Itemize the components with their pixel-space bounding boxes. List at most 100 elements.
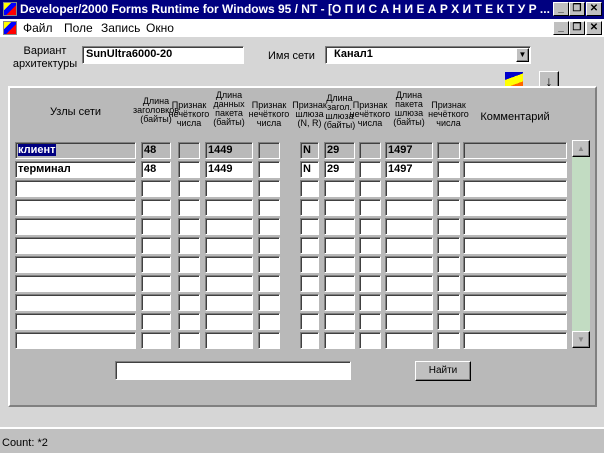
scroll-up-button[interactable]: ▲ [572,140,590,157]
cell-gateway-flag[interactable]: N [300,142,319,159]
cell-header-length[interactable] [141,332,171,349]
cell-fuzzy-flag-1[interactable] [178,332,200,349]
cell-comment[interactable] [463,313,567,330]
cell-gateway-header-length[interactable] [324,180,355,197]
cell-node[interactable] [15,180,136,197]
search-input[interactable] [115,361,351,380]
cell-node[interactable] [15,237,136,254]
cell-gateway-flag[interactable] [300,180,319,197]
cell-fuzzy-flag-1[interactable] [178,237,200,254]
network-select[interactable]: Канал1 [325,46,531,64]
cell-comment[interactable] [463,256,567,273]
cell-gateway-packet-length[interactable] [385,256,433,273]
cell-fuzzy-flag-4[interactable] [437,332,460,349]
cell-node[interactable]: терминал [15,161,136,178]
cell-fuzzy-flag-1[interactable] [178,275,200,292]
cell-fuzzy-flag-3[interactable] [359,218,381,235]
cell-fuzzy-flag-2[interactable] [258,256,280,273]
cell-gateway-packet-length[interactable] [385,218,433,235]
menu-window[interactable]: Окно [146,21,174,35]
cell-fuzzy-flag-3[interactable] [359,275,381,292]
cell-comment[interactable] [463,199,567,216]
cell-fuzzy-flag-1[interactable] [178,199,200,216]
cell-fuzzy-flag-2[interactable] [258,332,280,349]
cell-fuzzy-flag-4[interactable] [437,142,460,159]
cell-gateway-packet-length[interactable] [385,237,433,254]
cell-gateway-flag[interactable] [300,332,319,349]
cell-data-length[interactable] [205,294,253,311]
cell-fuzzy-flag-1[interactable] [178,218,200,235]
cell-gateway-flag[interactable]: N [300,161,319,178]
cell-data-length[interactable]: 1449 [205,142,253,159]
cell-header-length[interactable] [141,256,171,273]
cell-header-length[interactable] [141,294,171,311]
cell-fuzzy-flag-2[interactable] [258,218,280,235]
cell-data-length[interactable] [205,218,253,235]
cell-fuzzy-flag-4[interactable] [437,294,460,311]
cell-fuzzy-flag-1[interactable] [178,313,200,330]
cell-fuzzy-flag-1[interactable] [178,294,200,311]
close-button[interactable]: ✕ [586,2,602,16]
cell-header-length[interactable]: 48 [141,142,171,159]
cell-node[interactable] [15,218,136,235]
cell-fuzzy-flag-1[interactable] [178,161,200,178]
cell-gateway-header-length[interactable]: 29 [324,161,355,178]
cell-fuzzy-flag-1[interactable] [178,256,200,273]
cell-fuzzy-flag-3[interactable] [359,332,381,349]
cell-fuzzy-flag-2[interactable] [258,180,280,197]
cell-node[interactable] [15,275,136,292]
cell-data-length[interactable] [205,275,253,292]
cell-fuzzy-flag-3[interactable] [359,294,381,311]
cell-fuzzy-flag-2[interactable] [258,199,280,216]
cell-fuzzy-flag-4[interactable] [437,218,460,235]
cell-fuzzy-flag-4[interactable] [437,256,460,273]
cell-comment[interactable] [463,142,567,159]
cell-fuzzy-flag-4[interactable] [437,161,460,178]
cell-node[interactable]: клиент [15,142,136,159]
cell-header-length[interactable] [141,275,171,292]
cell-data-length[interactable] [205,199,253,216]
cell-fuzzy-flag-3[interactable] [359,256,381,273]
cell-fuzzy-flag-4[interactable] [437,275,460,292]
doc-minimize-button[interactable]: _ [553,21,569,35]
cell-comment[interactable] [463,275,567,292]
cell-fuzzy-flag-2[interactable] [258,142,280,159]
cell-header-length[interactable] [141,218,171,235]
cell-gateway-header-length[interactable] [324,332,355,349]
cell-fuzzy-flag-2[interactable] [258,161,280,178]
scroll-down-button[interactable]: ▼ [572,331,590,348]
cell-gateway-header-length[interactable] [324,256,355,273]
cell-comment[interactable] [463,180,567,197]
cell-gateway-packet-length[interactable] [385,275,433,292]
cell-fuzzy-flag-2[interactable] [258,294,280,311]
cell-fuzzy-flag-1[interactable] [178,142,200,159]
cell-node[interactable] [15,256,136,273]
cell-gateway-flag[interactable] [300,237,319,254]
cell-gateway-flag[interactable] [300,275,319,292]
cell-gateway-packet-length[interactable]: 1497 [385,161,433,178]
cell-fuzzy-flag-3[interactable] [359,237,381,254]
cell-header-length[interactable] [141,313,171,330]
cell-comment[interactable] [463,332,567,349]
variant-input[interactable]: SunUltra6000-20 [82,46,244,64]
network-dropdown-button[interactable]: ▼ [516,48,529,62]
cell-gateway-header-length[interactable] [324,275,355,292]
cell-fuzzy-flag-3[interactable] [359,142,381,159]
cell-gateway-packet-length[interactable] [385,199,433,216]
menu-field[interactable]: Поле [64,21,93,35]
cell-fuzzy-flag-4[interactable] [437,180,460,197]
cell-gateway-flag[interactable] [300,294,319,311]
cell-gateway-packet-length[interactable] [385,180,433,197]
cell-gateway-header-length[interactable] [324,199,355,216]
cell-comment[interactable] [463,161,567,178]
cell-fuzzy-flag-3[interactable] [359,313,381,330]
cell-data-length[interactable] [205,313,253,330]
doc-close-button[interactable]: ✕ [586,21,602,35]
cell-fuzzy-flag-2[interactable] [258,275,280,292]
cell-gateway-packet-length[interactable]: 1497 [385,142,433,159]
cell-gateway-flag[interactable] [300,218,319,235]
menu-file[interactable]: Файл [23,21,53,35]
cell-data-length[interactable] [205,256,253,273]
cell-header-length[interactable] [141,237,171,254]
restore-button[interactable]: ❐ [569,2,585,16]
